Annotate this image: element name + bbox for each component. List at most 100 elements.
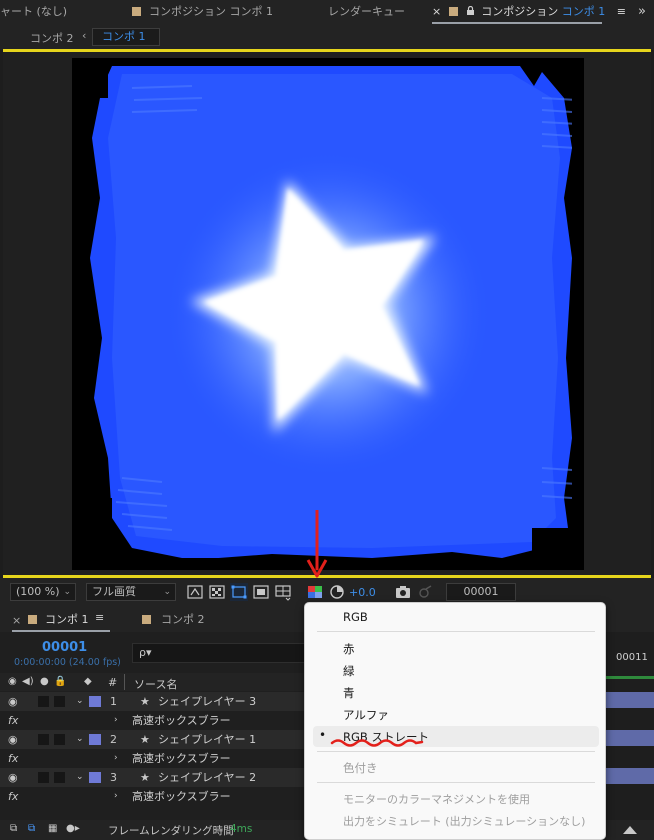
menu-item-blue[interactable]: 青 xyxy=(343,685,355,701)
overflow-icon[interactable]: » xyxy=(638,0,646,26)
chevron-down-icon[interactable]: ⌄ xyxy=(76,692,84,711)
annotation-arrow-icon xyxy=(306,510,328,578)
lock-toggle[interactable] xyxy=(54,696,65,707)
effect-row[interactable]: fx › 高速ボックスブラー xyxy=(0,787,305,806)
channel-context-menu: RGB 赤 緑 青 アルファ RGB ストレート • 色付き モニターのカラーマ… xyxy=(304,602,606,840)
lock-icon[interactable]: 🔒 xyxy=(54,676,66,687)
layer-search-input[interactable]: ρ▾ xyxy=(132,643,308,663)
chevron-right-icon[interactable]: › xyxy=(114,749,118,768)
menu-item-alpha[interactable]: アルファ xyxy=(343,707,389,723)
composition-canvas[interactable] xyxy=(72,58,584,570)
layer-bar[interactable] xyxy=(606,730,654,746)
fast-previews-icon[interactable] xyxy=(186,583,204,601)
effect-row[interactable]: fx › 高速ボックスブラー xyxy=(0,749,305,768)
menu-separator xyxy=(317,782,595,783)
exposure-reset-icon[interactable] xyxy=(328,583,346,601)
effect-row[interactable]: fx › 高速ボックスブラー xyxy=(0,711,305,730)
in-out-icon[interactable]: ▦ xyxy=(48,823,57,834)
effect-name[interactable]: 高速ボックスブラー xyxy=(132,711,231,730)
tab-chart[interactable]: ャート (なし) xyxy=(0,0,67,26)
solo-toggle[interactable] xyxy=(38,734,49,745)
layer-bar[interactable] xyxy=(606,768,654,784)
lock-toggle[interactable] xyxy=(54,734,65,745)
effect-name[interactable]: 高速ボックスブラー xyxy=(132,787,231,806)
mask-visibility-icon[interactable] xyxy=(230,583,248,601)
region-of-interest-icon[interactable] xyxy=(252,583,270,601)
lock-icon[interactable] xyxy=(466,1,475,15)
tab-composition-comp1[interactable]: コンポジション コンポ 1 xyxy=(132,0,273,26)
menu-item-rgb[interactable]: RGB xyxy=(343,610,368,624)
solo-icon[interactable]: ● xyxy=(40,676,49,687)
layer-row[interactable]: ◉ ⌄ 3 ★ シェイプレイヤー 2 xyxy=(0,768,305,787)
close-icon[interactable]: × xyxy=(432,5,441,18)
grid-guides-icon[interactable] xyxy=(274,583,292,601)
timeline-ruler-area[interactable]: 00011 xyxy=(606,632,654,822)
zoom-slider-icon[interactable] xyxy=(622,822,638,838)
lock-toggle[interactable] xyxy=(54,772,65,783)
tab-render-queue[interactable]: レンダーキュー xyxy=(328,0,405,26)
render-time-icon[interactable]: ●▸ xyxy=(66,823,80,834)
label-color-swatch[interactable] xyxy=(89,734,101,745)
subtab-comp2[interactable]: コンポ 2 xyxy=(30,30,74,46)
layer-name[interactable]: シェイプレイヤー 1 xyxy=(158,730,256,749)
transparency-grid-icon[interactable] xyxy=(208,583,226,601)
comp-flowchart-bar: コンポ 2 ‹ コンポ 1 xyxy=(0,26,654,50)
panel-menu-icon[interactable]: ≡ xyxy=(95,611,104,624)
tab-timeline-comp2[interactable]: コンポ 2 xyxy=(161,611,205,627)
work-area-bar[interactable] xyxy=(606,676,654,679)
column-divider xyxy=(124,674,125,690)
current-time-sub: 0:00:00:00 (24.00 fps) xyxy=(14,657,121,668)
layer-number: 3 xyxy=(110,771,117,784)
star-icon: ★ xyxy=(140,771,150,784)
snapshot-camera-icon[interactable] xyxy=(394,583,412,601)
composition-icon xyxy=(28,615,37,624)
layer-row[interactable]: ◉ ⌄ 1 ★ シェイプレイヤー 3 xyxy=(0,692,305,711)
eye-icon[interactable]: ◉ xyxy=(8,730,18,749)
tab-label: コンポジション xyxy=(481,5,559,18)
modes-icon[interactable]: ⧉ xyxy=(28,823,35,834)
composition-icon xyxy=(132,7,141,16)
eye-icon[interactable]: ◉ xyxy=(8,692,18,711)
label-tag-icon[interactable]: ◆ xyxy=(84,676,92,687)
label-color-swatch[interactable] xyxy=(89,772,101,783)
chevron-down-icon[interactable]: ⌄ xyxy=(76,768,84,787)
close-icon[interactable]: × xyxy=(12,614,21,627)
fx-icon[interactable]: fx xyxy=(8,711,18,730)
show-snapshot-icon[interactable] xyxy=(416,583,434,601)
layer-row[interactable]: ◉ ⌄ 2 ★ シェイプレイヤー 1 xyxy=(0,730,305,749)
tab-label-accent: コンポ 1 xyxy=(561,5,606,18)
render-time-value: 4ms xyxy=(230,823,253,835)
tab-timeline-comp1[interactable]: コンポ 1 xyxy=(45,611,89,627)
layer-name[interactable]: シェイプレイヤー 2 xyxy=(158,768,256,787)
audio-icon[interactable]: ◀) xyxy=(22,676,34,687)
eye-icon[interactable]: ◉ xyxy=(8,676,17,687)
layer-name[interactable]: シェイプレイヤー 3 xyxy=(158,692,256,711)
solo-toggle[interactable] xyxy=(38,696,49,707)
chevron-down-icon[interactable]: ⌄ xyxy=(76,730,84,749)
menu-item-simulate-output: 出力をシミュレート (出力シミュレーションなし) xyxy=(343,815,586,828)
channel-rgb-icon[interactable] xyxy=(306,583,324,601)
eye-icon[interactable]: ◉ xyxy=(8,768,18,787)
chevron-right-icon[interactable]: › xyxy=(114,711,118,730)
subtab-comp1[interactable]: コンポ 1 xyxy=(92,28,160,46)
resolution-dropdown[interactable]: フル画質 ⌄ xyxy=(86,583,176,601)
current-time-display[interactable]: 00001 xyxy=(42,640,87,655)
layer-switches-icon[interactable]: ⧉ xyxy=(10,823,17,834)
exposure-value[interactable]: +0.0 xyxy=(349,586,376,599)
menu-item-green[interactable]: 緑 xyxy=(343,663,355,679)
fx-icon[interactable]: fx xyxy=(8,749,18,768)
layer-bar[interactable] xyxy=(606,692,654,708)
solo-toggle[interactable] xyxy=(38,772,49,783)
panel-tab-bar: ャート (なし) コンポジション コンポ 1 レンダーキュー × コンポジション … xyxy=(0,0,654,26)
composition-icon xyxy=(449,7,459,16)
menu-item-red[interactable]: 赤 xyxy=(343,641,355,657)
magnification-dropdown[interactable]: (100 %) ⌄ xyxy=(10,583,76,601)
annotation-underline-icon xyxy=(330,739,424,747)
fx-icon[interactable]: fx xyxy=(8,787,18,806)
current-frame-field[interactable]: 00001 xyxy=(446,583,516,601)
effect-name[interactable]: 高速ボックスブラー xyxy=(132,749,231,768)
chevron-right-icon[interactable]: › xyxy=(114,787,118,806)
label-color-swatch[interactable] xyxy=(89,696,101,707)
panel-menu-icon[interactable]: ≡ xyxy=(617,5,626,18)
chevron-left-icon[interactable]: ‹ xyxy=(82,29,86,42)
